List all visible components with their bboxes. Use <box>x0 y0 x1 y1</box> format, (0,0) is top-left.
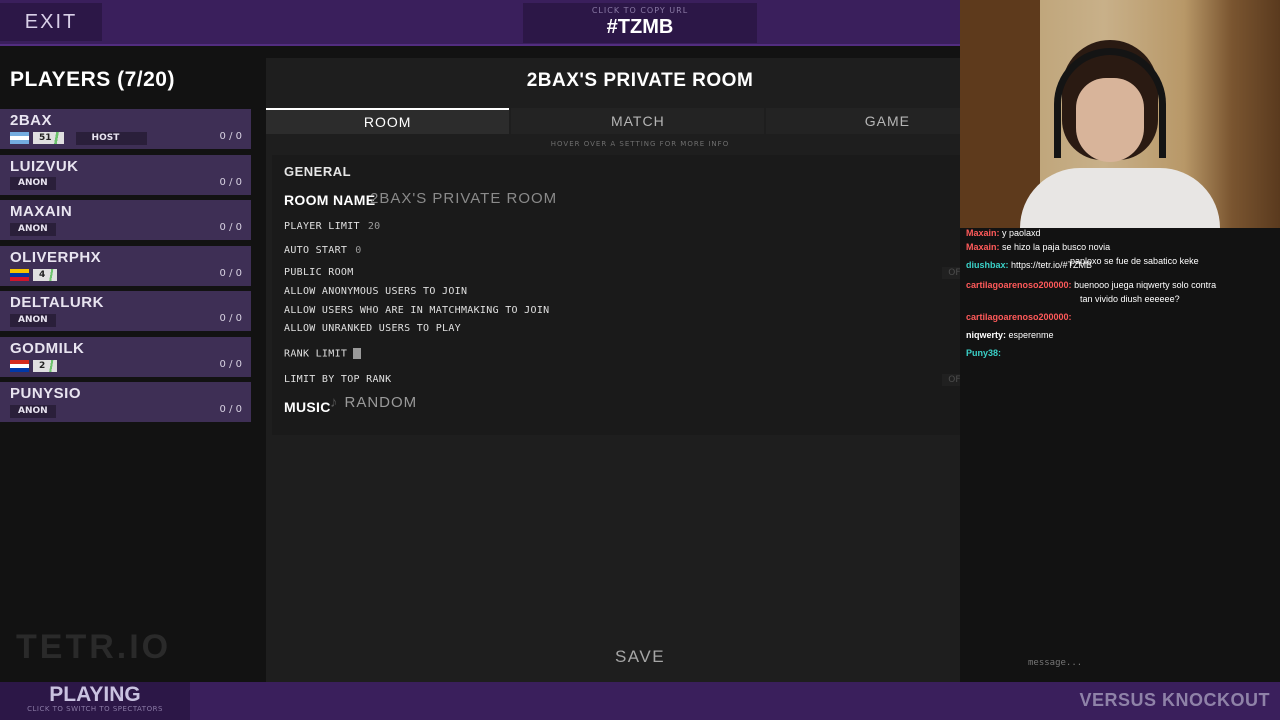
rank-limit-label: RANK LIMIT <box>284 348 348 360</box>
tab-match[interactable]: MATCH <box>511 108 765 134</box>
room-tabs: ROOM MATCH GAME <box>266 108 960 134</box>
room-name-label: ROOM NAME <box>284 192 376 208</box>
webcam-overlay <box>960 0 1280 228</box>
headset-icon <box>1054 48 1166 158</box>
player-card[interactable]: GODMILK 2 0 / 0 <box>0 336 251 377</box>
player-name: MAXAIN <box>10 203 73 220</box>
argentina-flag-icon <box>10 132 29 144</box>
player-score: 0 / 0 <box>219 404 242 415</box>
player-meta: 4 <box>10 268 58 282</box>
room-settings: GENERAL ROOM NAME PLAYER LIMIT 20 AUTO ST… <box>272 155 1010 435</box>
player-score: 0 / 0 <box>219 358 242 370</box>
public-room-label: PUBLIC ROOM <box>284 267 354 278</box>
paraguay-flag-icon <box>10 359 29 372</box>
player-name: GODMILK <box>10 339 85 357</box>
player-card[interactable]: 2BAX 51 HOST 0 / 0 <box>0 109 251 149</box>
chat-input[interactable] <box>1028 656 1268 670</box>
copy-url-button[interactable]: CLICK TO COPY URL #TZMB <box>523 3 757 43</box>
allow-unranked-label[interactable]: ALLOW UNRANKED USERS TO PLAY <box>284 323 461 334</box>
anon-badge: ANON <box>10 313 56 327</box>
player-meta: ANON <box>10 222 56 236</box>
player-card[interactable]: DELTALURK ANON 0 / 0 <box>0 291 251 331</box>
player-score: 0 / 0 <box>219 313 242 324</box>
player-name: 2BAX <box>10 112 53 129</box>
playing-toggle-button[interactable]: PLAYING CLICK TO SWITCH TO SPECTATORS <box>0 682 190 720</box>
copy-url-hint: CLICK TO COPY URL <box>591 6 689 15</box>
auto-start-value[interactable]: 0 <box>355 245 361 256</box>
room-title: 2BAX'S PRIVATE ROOM <box>526 70 754 91</box>
chat-message: cartilagoarenoso200000: buenooo juega ni… <box>966 280 1217 290</box>
anon-badge: ANON <box>10 222 56 236</box>
player-card[interactable]: OLIVERPHX 4 0 / 0 <box>0 245 251 286</box>
chat-message: Maxain: y paolaxd <box>966 228 1041 238</box>
player-score: 0 / 0 <box>219 131 242 142</box>
players-title: PLAYERS (7/20) <box>10 68 175 91</box>
tab-game[interactable]: GAME <box>766 108 960 134</box>
player-score: 0 / 0 <box>219 222 242 233</box>
player-name: OLIVERPHX <box>10 248 102 266</box>
player-meta: ANON <box>10 313 56 327</box>
auto-start-label: AUTO START <box>284 245 348 256</box>
allow-anon-label[interactable]: ALLOW ANONYMOUS USERS TO JOIN <box>284 286 467 297</box>
player-rank-badge: 2 <box>33 359 58 372</box>
hover-hint: HOVER OVER A SETTING FOR MORE INFO <box>550 140 730 148</box>
rank-limit-row: RANK LIMIT <box>284 348 362 360</box>
player-card[interactable]: MAXAIN ANON 0 / 0 <box>0 200 251 240</box>
bottom-bar: PLAYING CLICK TO SWITCH TO SPECTATORS VE… <box>0 682 1280 720</box>
settings-section-title: GENERAL <box>284 164 352 179</box>
limit-top-rank-label: LIMIT BY TOP RANK <box>284 374 392 385</box>
player-meta: 51 HOST <box>10 131 148 145</box>
playing-label: PLAYING <box>49 683 141 706</box>
chat-message: cartilagoarenoso200000: <box>966 312 1072 322</box>
player-rank-badge: 4 <box>33 268 58 281</box>
player-limit-row[interactable]: PLAYER LIMIT 20 <box>284 221 381 232</box>
playing-hint: CLICK TO SWITCH TO SPECTATORS <box>27 705 163 713</box>
player-meta: ANON <box>10 404 56 418</box>
chat-message: paploxo se fue de sabatico keke <box>1070 256 1199 266</box>
music-note-icon: ♪ <box>330 394 339 411</box>
players-list: 2BAX 51 HOST 0 / 0 LUIZVUK ANON 0 / 0 MA… <box>0 109 251 428</box>
player-name: LUIZVUK <box>10 157 79 175</box>
save-button[interactable]: SAVE <box>556 644 724 670</box>
player-name: DELTALURK <box>10 294 104 311</box>
chat-message: niqwerty: esperenme <box>966 330 1054 340</box>
allow-matchmaking-label[interactable]: ALLOW USERS WHO ARE IN MATCHMAKING TO JO… <box>284 305 549 316</box>
auto-start-row[interactable]: AUTO START 0 <box>284 245 362 256</box>
music-label: MUSIC <box>284 399 331 415</box>
webcam-background <box>960 0 1040 228</box>
player-limit-value[interactable]: 20 <box>368 221 381 232</box>
venezuela-flag-icon <box>10 268 29 281</box>
anon-badge: ANON <box>10 177 56 190</box>
chat-message: Maxain: se hizo la paja busco novia <box>966 242 1111 252</box>
anon-badge: ANON <box>10 404 56 418</box>
player-limit-label: PLAYER LIMIT <box>284 221 360 232</box>
player-meta: 2 <box>10 359 58 373</box>
player-rank-badge: 51 <box>33 132 64 144</box>
stream-chat: Maxain: y paolaxd Maxain: se hizo la paj… <box>960 228 1280 682</box>
player-meta: ANON <box>10 177 56 191</box>
player-card[interactable]: LUIZVUK ANON 0 / 0 <box>0 154 251 195</box>
music-select[interactable]: ♪RANDOM ▼ <box>330 394 990 416</box>
player-score: 0 / 0 <box>219 176 242 188</box>
player-score: 0 / 0 <box>219 267 242 279</box>
tab-room[interactable]: ROOM <box>266 108 510 134</box>
chat-message: tan vivido diush eeeeee? <box>1080 294 1180 304</box>
top-bar: EXIT CLICK TO COPY URL #TZMB <box>0 0 960 46</box>
chat-message: Puny38: <box>966 348 1002 358</box>
music-value: RANDOM <box>344 394 418 411</box>
tetrio-logo: TETR.IO <box>16 628 172 666</box>
host-badge: HOST <box>75 131 148 145</box>
room-name-input[interactable] <box>370 187 650 209</box>
rank-limit-slider[interactable] <box>353 348 362 359</box>
player-card[interactable]: PUNYSIO ANON 0 / 0 <box>0 382 251 422</box>
exit-button[interactable]: EXIT <box>0 3 102 41</box>
game-mode-label: VERSUS KNOCKOUT <box>1079 690 1270 710</box>
room-code: #TZMB <box>606 16 674 38</box>
webcam-person <box>1020 168 1220 228</box>
player-name: PUNYSIO <box>10 385 82 402</box>
